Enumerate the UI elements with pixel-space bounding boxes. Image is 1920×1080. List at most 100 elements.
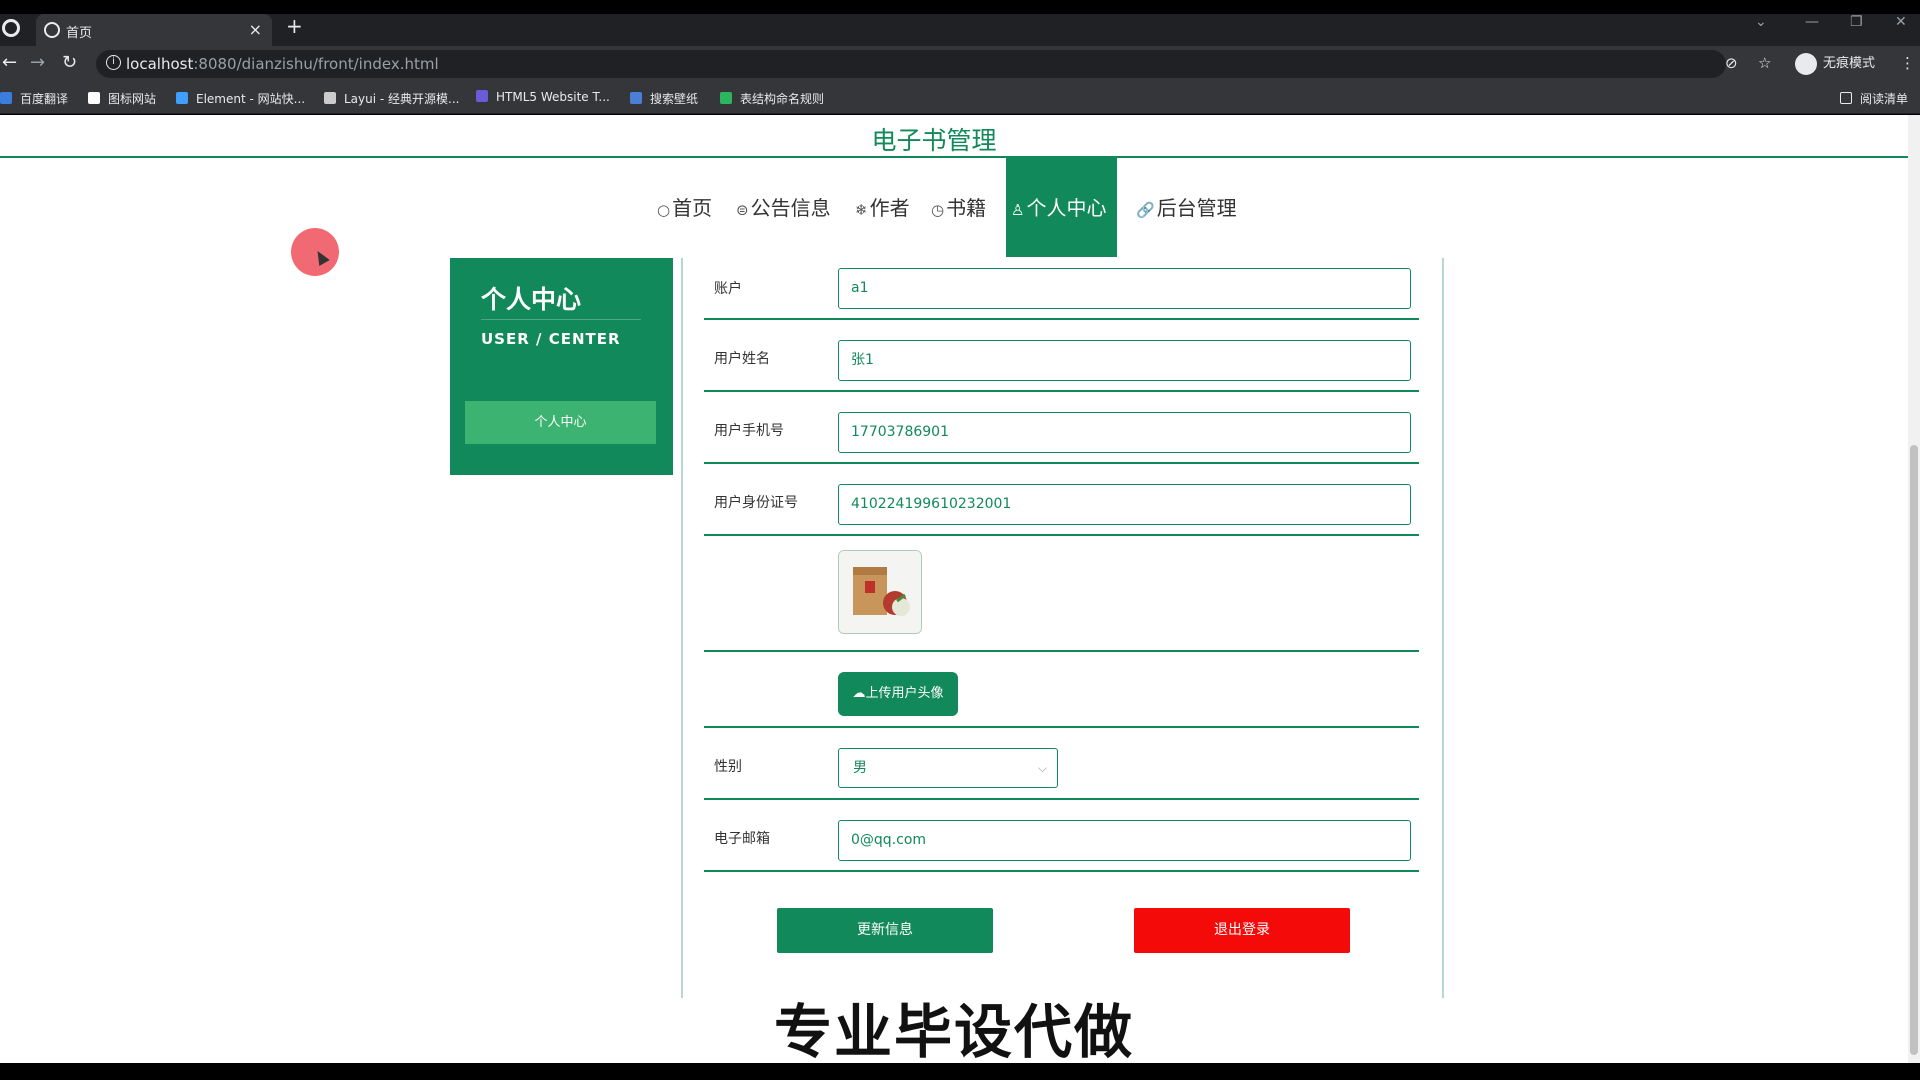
- email-field[interactable]: 0@qq.com: [838, 820, 1411, 861]
- bookmark-label: 百度翻译: [20, 92, 69, 106]
- bookmark-item[interactable]: 搜索壁纸: [630, 90, 698, 107]
- nav-personal-center[interactable]: ♙ 个人中心: [1006, 157, 1117, 257]
- gender-label: 性别: [714, 759, 742, 775]
- browser-tabbar: 首页 × + ⌄ — ❐ ✕: [0, 14, 1920, 46]
- form-row-gender: 性别 男 ⌵: [704, 728, 1419, 800]
- phone-field[interactable]: 17703786901: [838, 412, 1411, 453]
- screen: 首页 × + ⌄ — ❐ ✕ ← → ↻ i localhost:8080/di…: [0, 0, 1920, 1080]
- bookmark-item[interactable]: Layui - 经典开源模...: [324, 90, 459, 107]
- scrollbar-thumb[interactable]: [1910, 445, 1918, 1055]
- bookmark-item[interactable]: HTML5 Website T...: [476, 90, 610, 104]
- nav-announcements[interactable]: ⊜ 公告信息: [736, 192, 831, 221]
- back-icon[interactable]: ←: [2, 52, 17, 73]
- tab-title: 首页: [66, 26, 93, 41]
- html5-icon: [476, 90, 488, 102]
- book-icon: ◷: [931, 201, 945, 219]
- wallpaper-icon: [630, 92, 642, 104]
- link-icon: 🔗: [1136, 201, 1155, 219]
- incognito-profile[interactable]: 无痕模式: [1795, 52, 1875, 75]
- idcard-label: 用户身份证号: [714, 495, 798, 511]
- nav-label: 个人中心: [1026, 196, 1107, 220]
- new-tab-button[interactable]: +: [286, 14, 303, 38]
- url-text: localhost:8080/dianzishu/front/index.htm…: [126, 55, 439, 73]
- bookmark-label: 表结构命名规则: [740, 92, 825, 106]
- url-host: localhost: [126, 55, 194, 73]
- address-bar[interactable]: i localhost:8080/dianzishu/front/index.h…: [96, 50, 1726, 78]
- bookmark-label: 搜索壁纸: [650, 92, 699, 106]
- reading-list-icon: [1840, 92, 1852, 104]
- bookmarks-bar: 百度翻译 图标网站 Element - 网站快... Layui - 经典开源模…: [0, 82, 1920, 114]
- gender-value: 男: [853, 760, 867, 776]
- browser-tab[interactable]: 首页 ×: [36, 14, 272, 46]
- bookmark-item[interactable]: 表结构命名规则: [720, 90, 824, 107]
- nav-home[interactable]: ○ 首页: [657, 192, 712, 221]
- avatar-product-image: [839, 551, 921, 633]
- page-content: 电子书管理 ○ 首页 ⊜ 公告信息 ❄ 作者 ◷ 书籍 ♙ 个人中心 🔗 后台管理 个人中心…: [0, 115, 1908, 1063]
- incognito-label: 无痕模式: [1823, 56, 1876, 71]
- browser-toolbar: ← → ↻ i localhost:8080/dianzishu/front/i…: [0, 46, 1920, 82]
- chevron-down-icon: ⌵: [1037, 761, 1047, 775]
- page-scrollbar[interactable]: [1908, 115, 1920, 1063]
- url-path: :8080/dianzishu/front/index.html: [193, 55, 439, 73]
- nav-authors[interactable]: ❄ 作者: [855, 192, 910, 221]
- email-label: 电子邮箱: [714, 831, 770, 847]
- reload-icon[interactable]: ↻: [62, 52, 77, 73]
- watermark-text: 专业毕设代做: [773, 998, 1134, 1063]
- phone-label: 用户手机号: [714, 423, 784, 439]
- nav-admin[interactable]: 🔗 后台管理: [1136, 192, 1237, 221]
- form-row-avatar: [704, 536, 1419, 652]
- bookmark-item[interactable]: 百度翻译: [0, 90, 68, 107]
- bookmark-star-icon[interactable]: ☆: [1758, 54, 1771, 72]
- cloud-upload-icon: ☁: [852, 686, 866, 701]
- layui-icon: [324, 92, 336, 104]
- account-field[interactable]: a1: [838, 268, 1411, 309]
- form-row-name: 用户姓名 张1: [704, 320, 1419, 392]
- nav-label: 作者: [869, 196, 910, 220]
- bookmark-label: Element - 网站快...: [196, 92, 306, 106]
- update-info-button[interactable]: 更新信息: [777, 908, 993, 953]
- sidebar-subtitle: USER / CENTER: [481, 330, 621, 348]
- form-row-upload: ☁上传用户头像: [704, 652, 1419, 728]
- profile-form: 账户 a1 用户姓名 张1 用户手机号 17703786901 用户身份证号 4…: [681, 258, 1444, 998]
- main-nav: ○ 首页 ⊜ 公告信息 ❄ 作者 ◷ 书籍 ♙ 个人中心 🔗 后台管理: [0, 157, 1908, 257]
- tab-search-icon[interactable]: ⌄: [1755, 14, 1767, 30]
- nav-label: 书籍: [946, 196, 987, 220]
- user-center-sidebar: 个人中心 USER / CENTER 个人中心: [450, 258, 673, 475]
- minimize-icon[interactable]: —: [1805, 14, 1819, 30]
- name-label: 用户姓名: [714, 351, 770, 367]
- bookmark-item[interactable]: 图标网站: [88, 90, 156, 107]
- logout-button[interactable]: 退出登录: [1134, 908, 1350, 953]
- nav-books[interactable]: ◷ 书籍: [931, 192, 986, 221]
- user-avatar-image: [838, 550, 922, 634]
- form-row-account: 账户 a1: [704, 258, 1419, 320]
- name-field[interactable]: 张1: [838, 340, 1411, 381]
- nav-label: 首页: [672, 196, 713, 220]
- home-icon: ○: [657, 201, 671, 219]
- bookmark-label: Layui - 经典开源模...: [344, 92, 460, 106]
- author-icon: ❄: [855, 201, 868, 219]
- site-info-icon[interactable]: i: [106, 55, 121, 70]
- close-window-icon[interactable]: ✕: [1895, 14, 1907, 30]
- menu-dots-icon[interactable]: ⋮: [1900, 54, 1915, 72]
- tab-close-button[interactable]: ×: [249, 20, 262, 39]
- gender-select[interactable]: 男 ⌵: [838, 748, 1058, 788]
- flag-icon: [88, 92, 100, 104]
- eye-off-icon[interactable]: ⊘: [1725, 54, 1738, 72]
- nav-label: 公告信息: [750, 196, 831, 220]
- idcard-field[interactable]: 410224199610232001: [838, 484, 1411, 525]
- upload-avatar-button[interactable]: ☁上传用户头像: [838, 672, 958, 716]
- chrome-logo-icon: [2, 19, 20, 37]
- bookmark-label: HTML5 Website T...: [496, 90, 610, 104]
- bookmark-item[interactable]: Element - 网站快...: [176, 90, 305, 107]
- restore-icon[interactable]: ❐: [1850, 14, 1863, 30]
- account-label: 账户: [714, 281, 742, 297]
- sidebar-title: 个人中心: [481, 285, 582, 314]
- sidebar-personal-center-button[interactable]: 个人中心: [465, 401, 656, 444]
- forward-icon[interactable]: →: [30, 52, 45, 73]
- announcement-icon: ⊜: [736, 201, 749, 219]
- bookmark-icon: [0, 92, 12, 104]
- globe-icon: [44, 22, 60, 38]
- reading-list-button[interactable]: 阅读清单: [1840, 90, 1908, 107]
- excel-icon: [720, 92, 732, 104]
- form-row-idcard: 用户身份证号 410224199610232001: [704, 464, 1419, 536]
